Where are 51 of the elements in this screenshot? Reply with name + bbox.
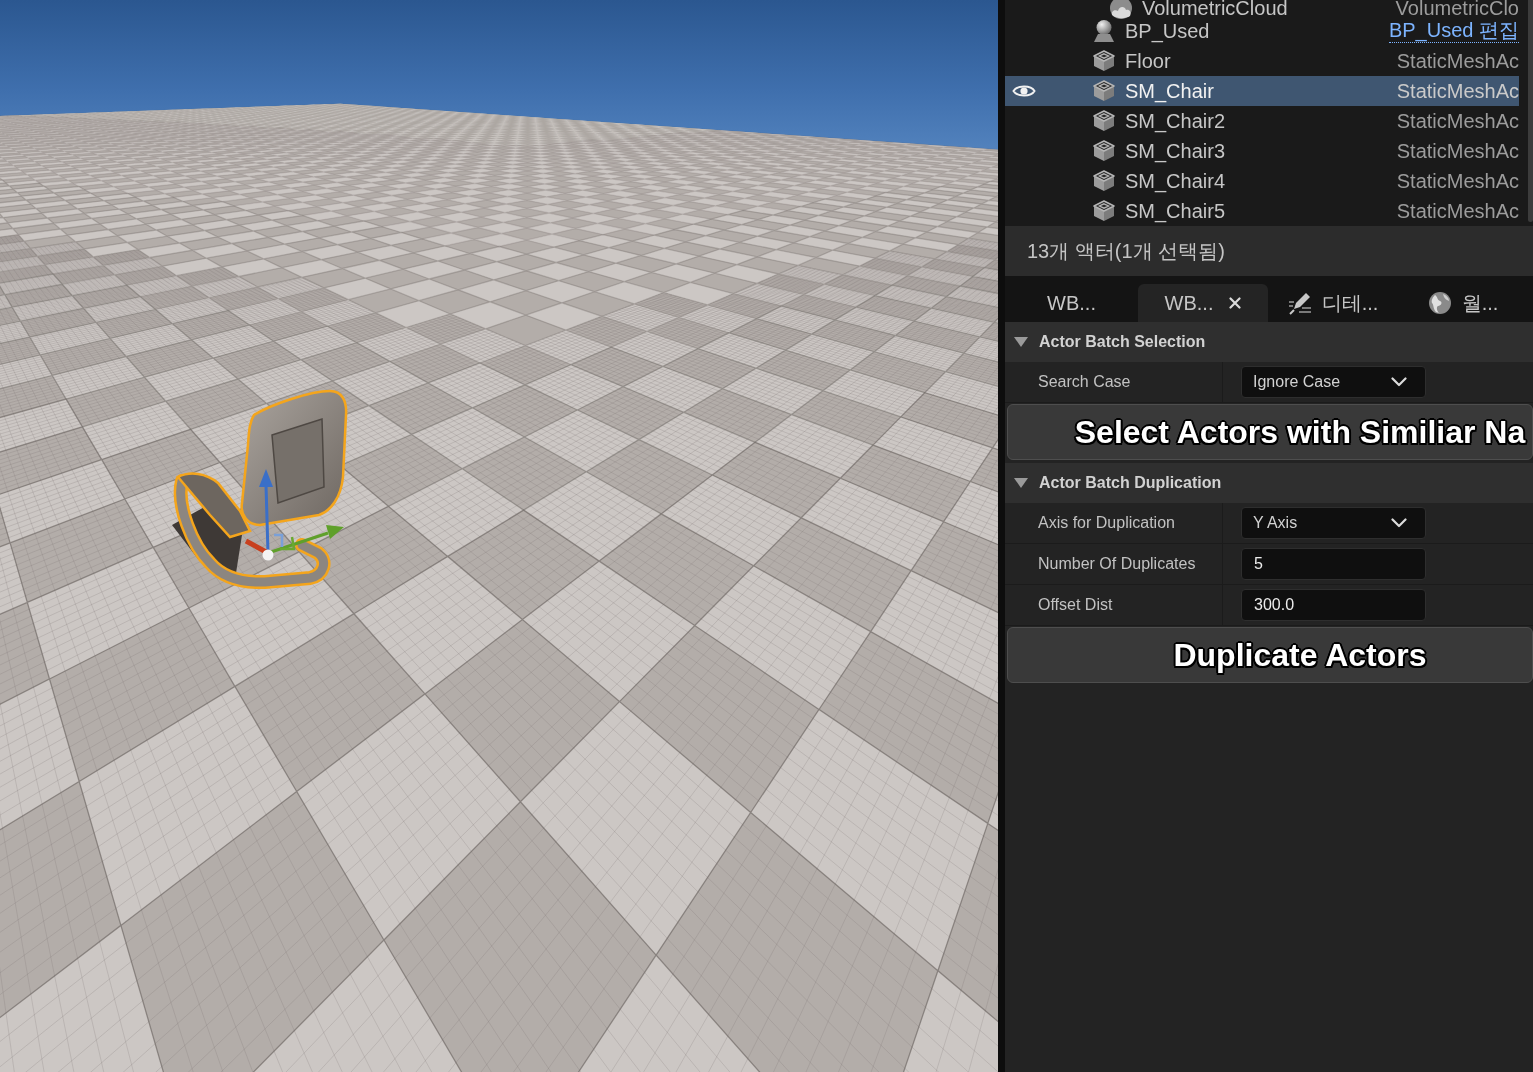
cube-icon [1092,109,1116,133]
cloud-icon [1109,0,1133,20]
caret-icon[interactable] [1014,335,1028,349]
outliner-row[interactable]: Floor StaticMeshAc [1005,46,1519,76]
outliner-row[interactable]: SM_Chair StaticMeshAc [1005,76,1519,106]
property-label: Search Case [1038,372,1131,392]
panel-tab[interactable]: WB... [1005,284,1138,322]
actor-type-text: StaticMeshAc [1396,79,1519,104]
scrollbar-thumb[interactable] [1528,0,1533,222]
close-icon[interactable] [1229,297,1242,309]
pencil-icon [1287,291,1312,315]
transform-gizmo-icon[interactable] [244,469,344,561]
actor-type-text: StaticMeshAc [1396,169,1519,194]
caret-icon[interactable] [1014,476,1028,490]
actor-type-text: StaticMeshAc [1396,109,1519,134]
edit-link[interactable]: BP_Used 편집 [1388,19,1519,43]
outliner-row[interactable]: VolumetricCloud VolumetricClo [1005,0,1519,16]
number-field[interactable]: 5 [1241,548,1426,580]
eye-icon[interactable] [1012,83,1036,99]
outliner-row[interactable]: SM_Chair5 StaticMeshAc [1005,196,1519,226]
panel-tab[interactable]: WB... [1138,284,1268,322]
actor-type-text: StaticMeshAc [1396,199,1519,224]
cube-icon [1092,139,1116,163]
dropdown[interactable]: Y Axis [1241,507,1426,539]
globe-icon [1427,291,1452,315]
panel-tab[interactable]: 디테... [1268,284,1398,322]
dropdown[interactable]: Ignore Case [1241,366,1426,398]
property-label: Axis for Duplication [1038,513,1175,533]
property-label: Number Of Duplicates [1038,554,1196,574]
sphere-on-stand-icon [1092,19,1116,43]
property-label: Offset Dist [1038,595,1113,615]
outliner-row[interactable]: SM_Chair2 StaticMeshAc [1005,106,1519,136]
actor-type-text: StaticMeshAc [1396,139,1519,164]
panel-tab[interactable]: 월... [1398,284,1528,322]
category-header[interactable]: Actor Batch Duplication [1005,463,1533,503]
cube-icon [1092,79,1116,103]
outliner-row[interactable]: SM_Chair3 StaticMeshAc [1005,136,1519,166]
action-button[interactable]: Duplicate Actors [1007,627,1533,683]
cube-icon [1092,199,1116,223]
actor-type-text: StaticMeshAc [1396,49,1519,74]
actor-type-text: VolumetricClo [1395,0,1519,16]
cube-icon [1092,49,1116,73]
chevron-down-icon [1391,518,1407,528]
chevron-down-icon [1391,377,1407,387]
number-field[interactable]: 300.0 [1241,589,1426,621]
status-bar: 13개 액터(1개 선택됨) [1005,226,1533,276]
cube-icon [1092,169,1116,193]
outliner-row[interactable]: SM_Chair4 StaticMeshAc [1005,166,1519,196]
action-button[interactable]: Select Actors with Similiar Na [1007,404,1533,460]
outliner-row[interactable]: BP_Used BP_Used 편집 [1005,16,1519,46]
category-header[interactable]: Actor Batch Selection [1005,322,1533,362]
